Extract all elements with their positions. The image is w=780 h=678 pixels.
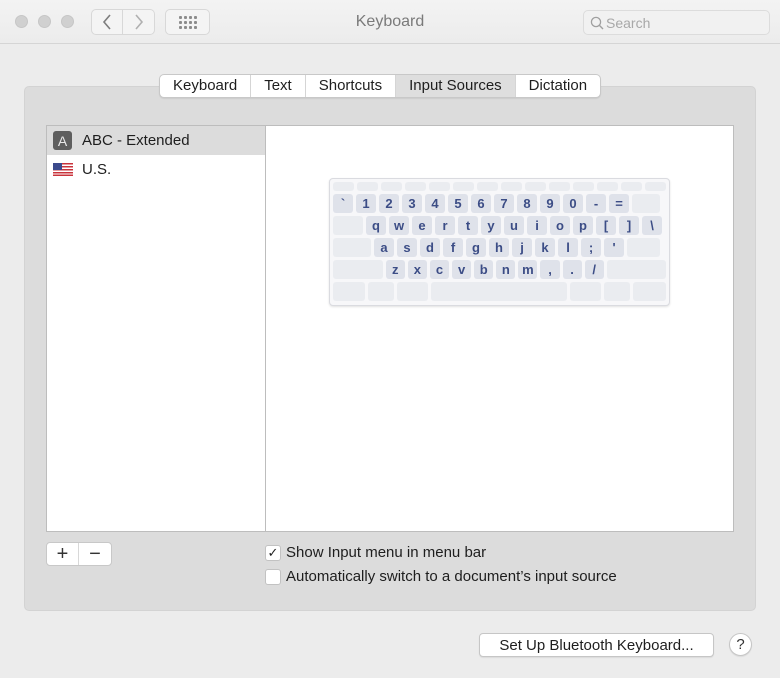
key: s xyxy=(397,238,417,257)
key: w xyxy=(389,216,409,235)
key: x xyxy=(407,260,427,279)
blank-key xyxy=(632,194,660,213)
input-sources-list: A ABC - Extended U.S. xyxy=(46,125,266,532)
key: 7 xyxy=(494,194,514,213)
key: y xyxy=(481,216,501,235)
key: a xyxy=(374,238,394,257)
add-input-source-button[interactable]: + xyxy=(47,543,79,565)
key: 1 xyxy=(356,194,376,213)
search-placeholder: Search xyxy=(606,14,651,31)
modifier-row xyxy=(333,282,667,301)
home-row: a s d f g h j k l; ' xyxy=(333,238,666,257)
list-item-label: U.S. xyxy=(82,161,112,178)
add-remove-buttons: + − xyxy=(46,542,112,566)
key: o xyxy=(550,216,570,235)
show-input-menu-option[interactable]: ✓ Show Input menu in menu bar xyxy=(265,544,486,561)
key: 2 xyxy=(379,194,399,213)
key: f xyxy=(443,238,463,257)
search-icon xyxy=(590,16,604,29)
top-letter-row: q w e r t y u i o p[] \ xyxy=(333,216,666,235)
key: 8 xyxy=(517,194,537,213)
tab-dictation[interactable]: Dictation xyxy=(516,75,600,97)
tab-shortcuts[interactable]: Shortcuts xyxy=(306,75,397,97)
key: v xyxy=(452,260,472,279)
key: [ xyxy=(596,216,616,235)
key: , xyxy=(540,260,560,279)
set-up-bluetooth-keyboard-button[interactable]: Set Up Bluetooth Keyboard... xyxy=(479,633,714,657)
key: ] xyxy=(619,216,639,235)
key: j xyxy=(512,238,532,257)
search-field[interactable]: Search xyxy=(583,10,770,35)
key: d xyxy=(420,238,440,257)
blank-key xyxy=(333,260,383,279)
key: ; xyxy=(581,238,601,257)
blank-key xyxy=(606,260,667,279)
help-button[interactable]: ? xyxy=(729,633,752,656)
key: n xyxy=(496,260,516,279)
keyboard-layout-preview: ` 1 2 3 4 5 6 7 8 9 0- = q w e r t y u i o p[] \ a s d f g h j k l; ' … xyxy=(329,178,670,306)
title-bar: Keyboard Search xyxy=(0,0,780,44)
key: k xyxy=(535,238,555,257)
tab-input-sources[interactable]: Input Sources xyxy=(396,75,516,97)
us-flag-icon xyxy=(53,163,73,176)
abc-icon: A xyxy=(53,131,72,150)
key: e xyxy=(412,216,432,235)
key: r xyxy=(435,216,455,235)
key: . xyxy=(562,260,582,279)
auto-switch-checkbox[interactable] xyxy=(265,568,281,585)
auto-switch-option[interactable]: Automatically switch to a document’s inp… xyxy=(265,568,617,585)
key: - xyxy=(586,194,606,213)
bottom-letter-row: z x c v b n m,. / xyxy=(333,260,667,279)
key: u xyxy=(504,216,524,235)
key: ' xyxy=(604,238,624,257)
key: / xyxy=(584,260,604,279)
key: z xyxy=(385,260,405,279)
tab-text[interactable]: Text xyxy=(251,75,306,97)
remove-input-source-button[interactable]: − xyxy=(79,543,111,565)
key: p xyxy=(573,216,593,235)
key: c xyxy=(429,260,450,279)
tab-keyboard[interactable]: Keyboard xyxy=(160,75,252,97)
key: q xyxy=(366,216,386,235)
key: 9 xyxy=(540,194,560,213)
key: \ xyxy=(642,216,662,235)
show-input-menu-label: Show Input menu in menu bar xyxy=(286,544,487,561)
blank-key xyxy=(333,216,363,235)
key: 4 xyxy=(425,194,445,213)
key: l xyxy=(558,238,578,257)
key: ` xyxy=(333,194,353,213)
list-item-abc-extended[interactable]: A ABC - Extended xyxy=(47,126,265,155)
blank-key xyxy=(627,238,660,257)
key: h xyxy=(489,238,509,257)
function-row xyxy=(333,182,666,191)
key: 5 xyxy=(448,194,468,213)
key: = xyxy=(609,194,629,213)
list-item-us[interactable]: U.S. xyxy=(47,155,265,184)
key: m xyxy=(518,260,538,279)
key: t xyxy=(458,216,478,235)
tab-bar: Keyboard Text Shortcuts Input Sources Di… xyxy=(159,74,602,98)
key: 3 xyxy=(402,194,422,213)
list-item-label: ABC - Extended xyxy=(82,132,190,149)
key: 6 xyxy=(471,194,491,213)
blank-key xyxy=(333,238,371,257)
keyboard-preview-pane: ` 1 2 3 4 5 6 7 8 9 0- = q w e r t y u i o p[] \ a s d f g h j k l; ' … xyxy=(265,125,734,532)
show-input-menu-checkbox[interactable]: ✓ xyxy=(265,544,281,561)
number-row: ` 1 2 3 4 5 6 7 8 9 0- = xyxy=(333,194,666,213)
key: g xyxy=(466,238,486,257)
key: b xyxy=(474,260,494,279)
auto-switch-label: Automatically switch to a document’s inp… xyxy=(286,568,617,585)
key: 0 xyxy=(563,194,583,213)
key: i xyxy=(527,216,547,235)
